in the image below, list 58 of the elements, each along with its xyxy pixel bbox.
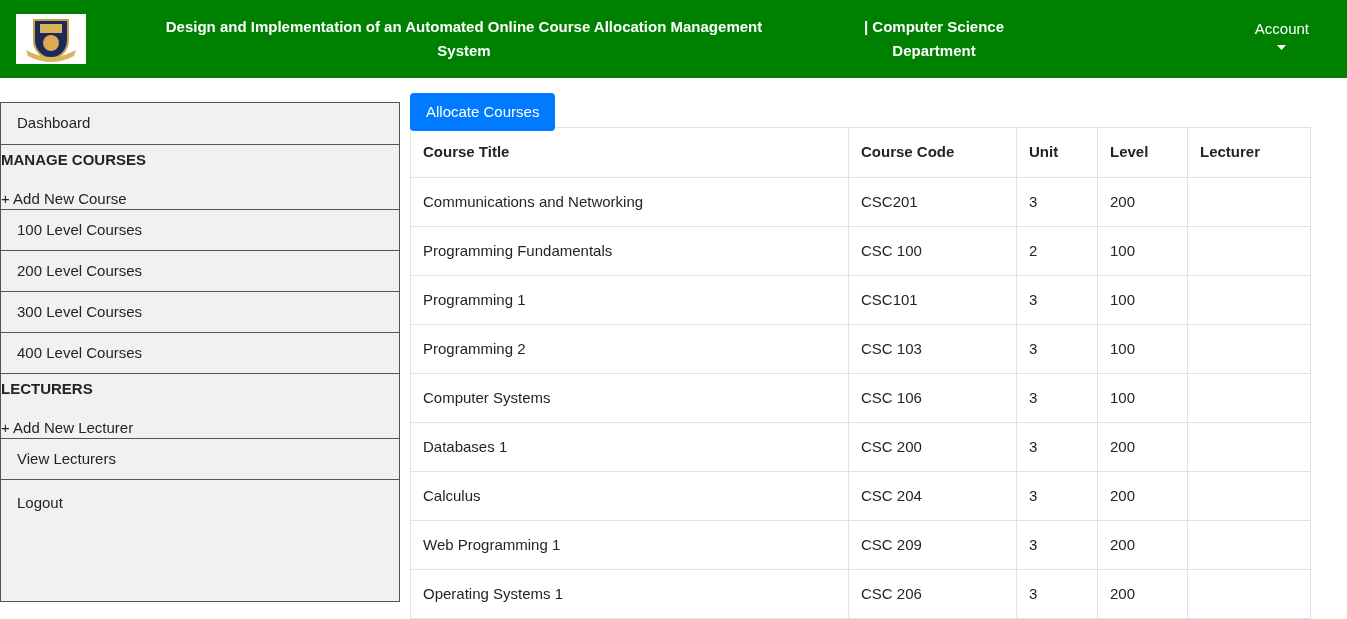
table-cell: Communications and Networking — [410, 177, 849, 227]
account-menu[interactable]: Account — [1254, 16, 1309, 50]
table-cell: Programming 2 — [410, 324, 849, 374]
table-cell: CSC 200 — [848, 422, 1017, 472]
table-cell: 200 — [1097, 422, 1188, 472]
table-cell: 200 — [1097, 520, 1188, 570]
sidebar-link[interactable]: Logout — [17, 494, 63, 511]
table-cell: 3 — [1016, 177, 1098, 227]
table-cell: 3 — [1016, 275, 1098, 325]
sidebar-link[interactable]: Dashboard — [1, 103, 399, 144]
table-cell: CSC 209 — [848, 520, 1017, 570]
table-cell: CSC 100 — [848, 226, 1017, 276]
department-label: | Computer Science Department — [862, 17, 1006, 61]
column-header: Course Code — [848, 127, 1017, 178]
table-cell: CSC201 — [848, 177, 1017, 227]
allocate-courses-button[interactable]: Allocate Courses — [410, 93, 556, 131]
column-header: Lecturer — [1187, 127, 1311, 178]
sidebar-link[interactable]: 200 Level Courses — [1, 250, 399, 291]
table-cell: Programming Fundamentals — [410, 226, 849, 276]
table-cell: 2 — [1016, 226, 1098, 276]
table-cell: 200 — [1097, 471, 1188, 521]
column-header: Unit — [1016, 127, 1098, 178]
table-cell: CSC 206 — [848, 569, 1017, 619]
logo-icon — [16, 14, 86, 64]
table-cell: 3 — [1016, 324, 1098, 374]
section-heading: LECTURERS — [1, 379, 94, 399]
table-cell: Calculus — [410, 471, 849, 521]
add-link[interactable]: + Add New Lecturer — [1, 418, 399, 438]
sidebar-link[interactable]: 300 Level Courses — [1, 291, 399, 332]
app-title: Design and Implementation of an Automated Online Course Allocation Management System — [164, 17, 764, 61]
column-header: Level — [1097, 127, 1188, 178]
table-cell: Computer Systems — [410, 373, 849, 423]
column-header: Course Title — [410, 127, 849, 178]
table-cell: CSC 106 — [848, 373, 1017, 423]
table-cell: CSC101 — [848, 275, 1017, 325]
table-cell: 100 — [1097, 226, 1188, 276]
add-link[interactable]: + Add New Course — [1, 189, 399, 209]
table-cell: 3 — [1016, 373, 1098, 423]
table-cell: CSC 103 — [848, 324, 1017, 374]
table-cell: Web Programming 1 — [410, 520, 849, 570]
sidebar-link[interactable]: View Lecturers — [1, 438, 399, 479]
table-cell: Databases 1 — [410, 422, 849, 472]
section-heading: MANAGE COURSES — [1, 150, 147, 170]
table-cell: CSC 204 — [848, 471, 1017, 521]
table-cell: 3 — [1016, 422, 1098, 472]
sidebar-link[interactable]: 100 Level Courses — [1, 209, 399, 250]
caret-icon — [1277, 44, 1287, 50]
table-cell: Operating Systems 1 — [410, 569, 849, 619]
table-cell: 200 — [1097, 569, 1188, 619]
table-cell: 200 — [1097, 177, 1188, 227]
table-cell: Programming 1 — [410, 275, 849, 325]
table-cell: 100 — [1097, 324, 1188, 374]
sidebar-link[interactable]: 400 Level Courses — [1, 332, 399, 373]
table-cell: 3 — [1016, 471, 1098, 521]
table-cell: 100 — [1097, 275, 1188, 325]
table-cell: 3 — [1016, 569, 1098, 619]
table-cell: 100 — [1097, 373, 1188, 423]
table-cell: 3 — [1016, 520, 1098, 570]
